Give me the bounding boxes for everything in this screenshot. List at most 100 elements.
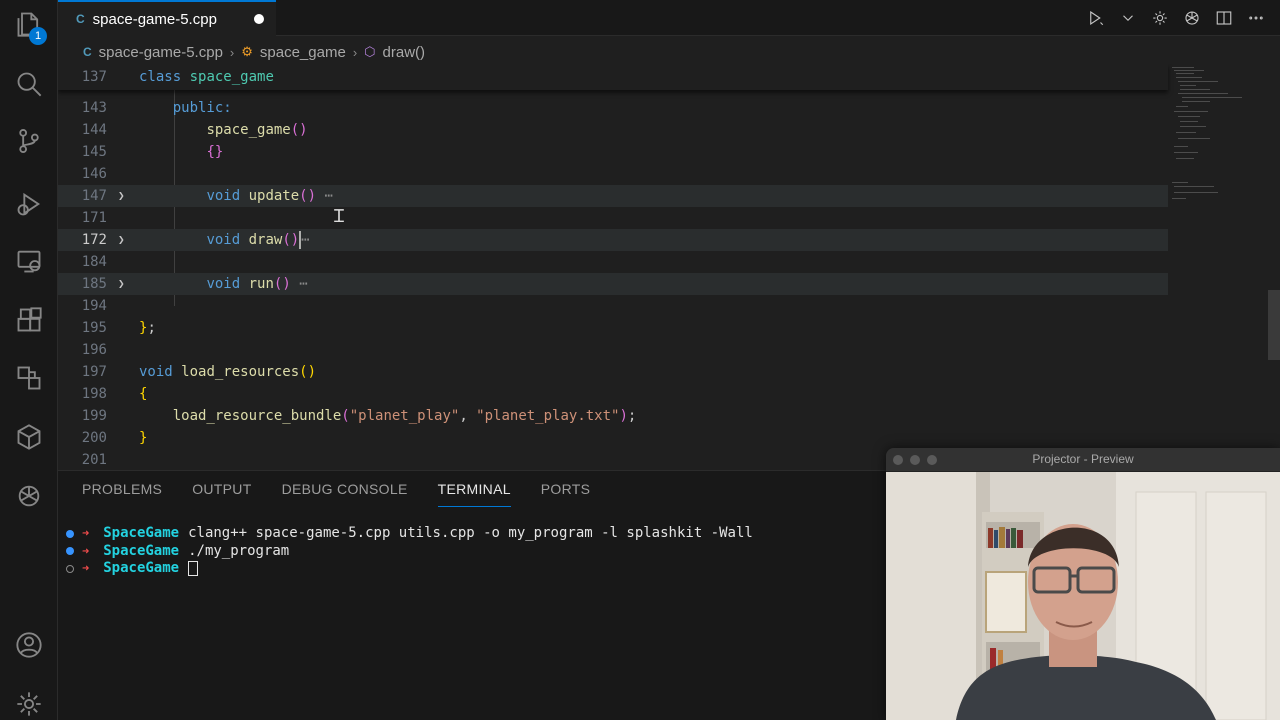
code-line[interactable]: 194 [58, 295, 1168, 317]
line-number: 197 [81, 364, 107, 380]
terminal-line: ➜ SpaceGame ./my_program [66, 543, 753, 561]
code-line[interactable]: 146 [58, 163, 1168, 185]
scrollbar-thumb[interactable] [1268, 290, 1280, 360]
line-number: 201 [81, 452, 107, 468]
keyword: class [139, 69, 182, 85]
projector-preview-window[interactable]: Projector - Preview [886, 448, 1280, 720]
testing-icon[interactable] [13, 362, 45, 394]
minimize-window-icon[interactable] [910, 455, 920, 465]
editor-tab[interactable]: C space-game-5.cpp [58, 0, 276, 36]
cpp-file-icon: C [83, 45, 92, 59]
editor-actions [1086, 0, 1280, 36]
string-literal: "planet_play" [349, 408, 460, 424]
command-status-dot[interactable] [66, 529, 74, 538]
window-title-bar[interactable]: Projector - Preview [886, 448, 1280, 472]
line-number: 196 [81, 342, 107, 358]
code-line[interactable]: 184 [58, 251, 1168, 273]
code-line-folded[interactable]: 185 ❯ void run() ⋯ [58, 273, 1168, 295]
run-debug-icon[interactable] [13, 188, 45, 220]
source-control-icon[interactable] [13, 125, 45, 157]
chevron-down-icon[interactable] [1118, 8, 1138, 28]
tab-terminal[interactable]: TERMINAL [437, 481, 511, 507]
line-number: 199 [81, 408, 107, 424]
folded-ellipsis[interactable]: ⋯ [301, 232, 309, 248]
keyword: void [206, 188, 241, 204]
method-name: update [248, 188, 300, 204]
code-line[interactable]: 196 [58, 339, 1168, 361]
chevron-right-icon: › [229, 44, 235, 60]
unsaved-dot-icon[interactable] [254, 14, 264, 24]
code-line[interactable]: 199 load_resource_bundle("planet_play", … [58, 405, 1168, 427]
line-number: 195 [81, 320, 107, 336]
code-line[interactable]: 197 void load_resources() [58, 361, 1168, 383]
extensions-icon[interactable] [13, 304, 45, 336]
terminal-command: ./my_program [188, 542, 290, 559]
command-status-dot[interactable] [66, 547, 74, 556]
tab-problems[interactable]: PROBLEMS [82, 481, 162, 507]
split-editor-icon[interactable] [1214, 8, 1234, 28]
explorer-badge: 1 [29, 27, 47, 45]
line-number: 147 [81, 188, 107, 204]
string-literal: "planet_play.txt" [476, 408, 620, 424]
fold-chevron-icon[interactable]: ❯ [118, 185, 125, 207]
line-number: 137 [81, 69, 107, 85]
close-window-icon[interactable] [893, 455, 903, 465]
terminal-line: ➜ SpaceGame [66, 560, 753, 578]
line-number: 198 [81, 386, 107, 402]
tab-bar: C space-game-5.cpp [58, 0, 1280, 36]
method-name: run [248, 276, 274, 292]
breadcrumb: C space-game-5.cpp › ⚙ space_game › ⬡ dr… [58, 40, 425, 64]
more-actions-icon[interactable] [1246, 8, 1266, 28]
run-code-icon[interactable] [1086, 8, 1106, 28]
code-line[interactable]: 143 public: [58, 97, 1168, 119]
line-number: 171 [81, 210, 107, 226]
code-editor[interactable]: 137 class space_game 143 public: 144 spa… [58, 64, 1280, 470]
prompt-directory: SpaceGame [103, 542, 180, 559]
tab-debug-console[interactable]: DEBUG CONSOLE [282, 481, 408, 507]
folded-ellipsis[interactable]: ⋯ [324, 188, 332, 204]
keyword: void [139, 364, 173, 380]
breadcrumb-class[interactable]: space_game [260, 44, 346, 61]
folded-ellipsis[interactable]: ⋯ [299, 276, 307, 292]
settings-icon[interactable] [13, 688, 45, 720]
code-line[interactable]: 145 {} [58, 141, 1168, 163]
tab-ports[interactable]: PORTS [541, 481, 590, 507]
breadcrumb-method[interactable]: draw() [383, 44, 426, 61]
terminal[interactable]: ➜ SpaceGame clang++ space-game-5.cpp uti… [66, 525, 753, 578]
gear-icon[interactable] [1150, 8, 1170, 28]
code-line-folded[interactable]: 147 ❯ void update() ⋯ [58, 185, 1168, 207]
minimap[interactable] [1168, 64, 1280, 470]
fold-chevron-icon[interactable]: ❯ [118, 229, 125, 251]
prompt-directory: SpaceGame [103, 525, 180, 541]
code-line[interactable]: 171 [58, 207, 1168, 229]
search-icon[interactable] [13, 68, 45, 100]
text-cursor-icon: Ɪ [334, 206, 345, 227]
code-line[interactable]: 195 }; [58, 317, 1168, 339]
account-icon[interactable] [13, 629, 45, 661]
breadcrumb-file[interactable]: space-game-5.cpp [99, 44, 223, 61]
zoom-window-icon[interactable] [927, 455, 937, 465]
code-line[interactable]: 144 space_game() [58, 119, 1168, 141]
fold-chevron-icon[interactable]: ❯ [118, 273, 125, 295]
containers-icon[interactable] [13, 421, 45, 453]
command-status-dot[interactable] [66, 564, 74, 573]
access-specifier: public: [172, 100, 232, 116]
class-symbol-icon: ⚙ [241, 44, 253, 59]
remote-explorer-icon[interactable] [13, 245, 45, 277]
terminal-command: clang++ space-game-5.cpp utils.cpp -o my… [188, 525, 753, 541]
chatgpt-icon[interactable] [13, 480, 45, 512]
prompt-arrow-icon: ➜ [82, 543, 90, 558]
code-line[interactable]: 200 } [58, 427, 1168, 449]
chatgpt-toolbar-icon[interactable] [1182, 8, 1202, 28]
sticky-scroll-header[interactable]: 137 class space_game [58, 64, 1168, 90]
code-line[interactable]: 198 { [58, 383, 1168, 405]
terminal-line: ➜ SpaceGame clang++ space-game-5.cpp uti… [66, 525, 753, 543]
panel-tabs: PROBLEMS OUTPUT DEBUG CONSOLE TERMINAL P… [82, 481, 590, 507]
code-line-current[interactable]: 172 ❯ void draw() ⋯ [58, 229, 1168, 251]
line-number: 184 [81, 254, 107, 270]
window-title: Projector - Preview [1032, 452, 1134, 466]
tab-output[interactable]: OUTPUT [192, 481, 251, 507]
chevron-right-icon: › [352, 44, 358, 60]
prompt-arrow-icon: ➜ [82, 561, 90, 575]
function-call: load_resource_bundle [172, 408, 342, 424]
